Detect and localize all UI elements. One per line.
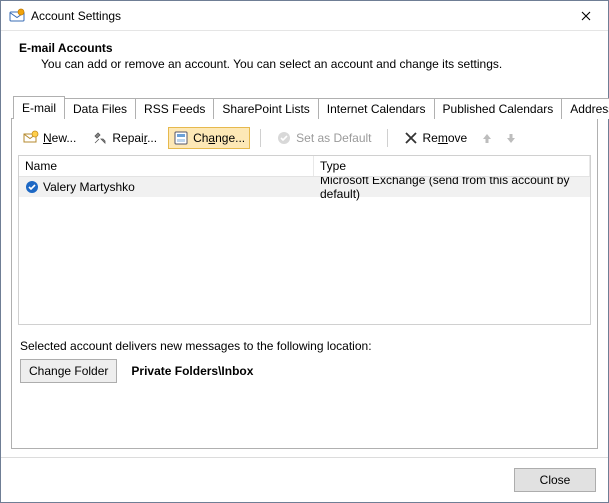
tab-data-files[interactable]: Data Files [64, 98, 136, 119]
app-icon [9, 8, 25, 24]
delivery-row: Change Folder Private Folders\Inbox [20, 359, 589, 383]
dialog-footer: Close [1, 457, 608, 502]
account-row[interactable]: Valery Martyshko Microsoft Exchange (sen… [19, 177, 590, 197]
titlebar: Account Settings [1, 1, 608, 31]
tab-email[interactable]: E-mail [13, 96, 65, 119]
default-account-icon [25, 180, 39, 194]
arrow-up-icon [481, 132, 493, 144]
change-folder-button[interactable]: Change Folder [20, 359, 117, 383]
set-default-button: Set as Default [271, 127, 376, 149]
new-button[interactable]: New... [18, 127, 81, 149]
remove-icon [403, 130, 419, 146]
toolbar-separator [387, 129, 388, 147]
delivery-folder-path: Private Folders\Inbox [131, 364, 253, 378]
grid-body: Valery Martyshko Microsoft Exchange (sen… [19, 177, 590, 324]
account-settings-window: Account Settings E-mail Accounts You can… [0, 0, 609, 503]
mail-new-icon [23, 130, 39, 146]
change-icon [173, 130, 189, 146]
cell-type: Microsoft Exchange (send from this accou… [314, 177, 590, 203]
accounts-grid: Name Type Valery Martyshko [18, 155, 591, 325]
header-description: You can add or remove an account. You ca… [19, 57, 590, 71]
header: E-mail Accounts You can add or remove an… [1, 31, 608, 87]
remove-button[interactable]: Remove [398, 127, 473, 149]
account-name: Valery Martyshko [43, 180, 135, 194]
toolbar-separator [260, 129, 261, 147]
grid-header: Name Type [19, 156, 590, 177]
tab-sharepoint-lists[interactable]: SharePoint Lists [213, 98, 318, 119]
tab-published-calendars[interactable]: Published Calendars [434, 98, 563, 119]
change-button[interactable]: Change... [168, 127, 250, 149]
move-up-button [478, 129, 496, 147]
check-circle-icon [276, 130, 292, 146]
window-close-button[interactable] [563, 1, 608, 30]
repair-button[interactable]: Repair... [87, 127, 162, 149]
close-icon [581, 11, 591, 21]
delivery-location-text: Selected account delivers new messages t… [20, 339, 589, 353]
tab-rss-feeds[interactable]: RSS Feeds [135, 98, 214, 119]
tabstrip: E-mail Data Files RSS Feeds SharePoint L… [11, 95, 598, 118]
repair-icon [92, 130, 108, 146]
tab-address-books[interactable]: Address Books [561, 98, 609, 119]
tab-internet-calendars[interactable]: Internet Calendars [318, 98, 435, 119]
toolbar: New... Repair... [18, 125, 591, 155]
column-header-name[interactable]: Name [19, 156, 314, 176]
move-down-button [502, 129, 520, 147]
column-header-type[interactable]: Type [314, 156, 590, 176]
tab-panel-email: New... Repair... [11, 118, 598, 449]
cell-name: Valery Martyshko [19, 178, 314, 196]
tab-area: E-mail Data Files RSS Feeds SharePoint L… [11, 95, 598, 457]
close-button[interactable]: Close [514, 468, 596, 492]
window-title: Account Settings [31, 9, 563, 23]
header-title: E-mail Accounts [19, 41, 590, 55]
arrow-down-icon [505, 132, 517, 144]
